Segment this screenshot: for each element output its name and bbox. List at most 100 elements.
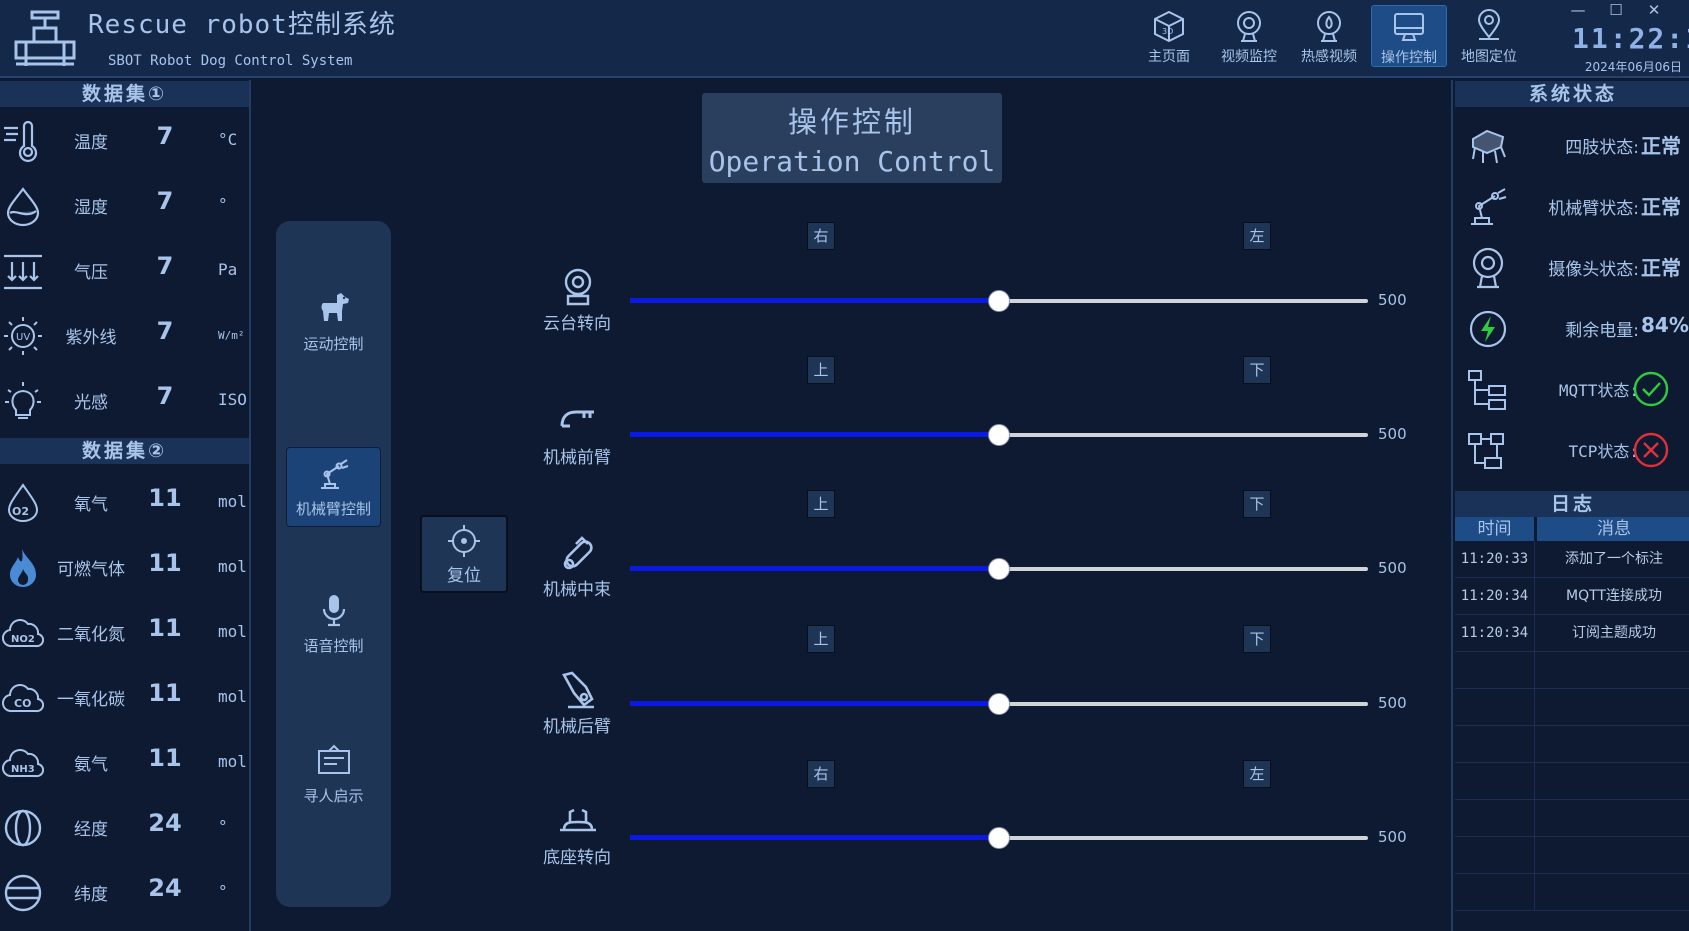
nav-label: 视频监控 (1221, 49, 1277, 65)
joint-label: 机械前臂 (543, 448, 611, 468)
thermal-camera-icon (1317, 11, 1341, 42)
sensor-value: 11 (148, 744, 182, 772)
slider-thumb[interactable] (988, 827, 1010, 849)
webcam-icon (1472, 247, 1504, 289)
log-row[interactable]: 11:20:33 添加了一个标注 (1455, 541, 1689, 578)
svg-text:NO2: NO2 (11, 634, 35, 645)
status-row-arm: 机械臂状态: 正常 (1453, 178, 1689, 234)
mid-joint-slider[interactable] (630, 558, 1368, 580)
log-message: MQTT连接成功 (1566, 588, 1662, 604)
nav-map-location[interactable]: 地图定位 (1451, 5, 1527, 67)
sensor-name: 经度 (74, 820, 108, 840)
notice-board-icon (317, 744, 350, 774)
status-label: 四肢状态: (1565, 138, 1639, 158)
slider-value: 500 (1378, 559, 1407, 577)
forearm-slider[interactable] (630, 424, 1368, 446)
rear-arm-slider[interactable] (630, 693, 1368, 715)
sensor-unit: ° (218, 882, 228, 901)
sensor-row-combustible-gas: 可燃气体 11 mol (0, 537, 251, 597)
mode-label: 运动控制 (303, 335, 364, 353)
mode-person-search[interactable]: 寻人启示 (286, 735, 381, 815)
mid-joint-up-button[interactable]: 上 (807, 490, 835, 518)
forearm-up-button[interactable]: 上 (807, 356, 835, 384)
log-row-empty (1455, 800, 1689, 837)
log-row-empty (1455, 874, 1689, 911)
status-row-limbs: 四肢状态: 正常 (1453, 117, 1689, 173)
mode-motion-control[interactable]: 运动控制 (286, 283, 381, 363)
slider-thumb[interactable] (988, 693, 1010, 715)
close-button[interactable]: ✕ (1641, 0, 1667, 22)
rear-arm-up-button[interactable]: 上 (807, 625, 835, 653)
status-value: 正常 (1641, 134, 1681, 158)
gimbal-left-button[interactable]: 左 (1243, 222, 1271, 250)
nav-label: 操作控制 (1381, 50, 1437, 66)
o2-icon: O2 (7, 483, 39, 522)
sensor-unit: W/m² (218, 329, 245, 342)
reset-label: 复位 (447, 566, 481, 586)
uv-sun-icon: UV (4, 317, 42, 355)
nav-operation-control[interactable]: 操作控制 (1371, 5, 1447, 67)
sensor-unit: mol (218, 622, 247, 641)
sensor-row-light: 光感 7 ISO (0, 370, 251, 430)
slider-thumb[interactable] (988, 424, 1010, 446)
joint-label: 云台转向 (543, 314, 611, 334)
base-rotate-slider[interactable] (630, 827, 1368, 849)
dog-icon (321, 293, 349, 321)
slider-thumb[interactable] (988, 558, 1010, 580)
mid-joint-down-button[interactable]: 下 (1243, 490, 1271, 518)
mode-arm-control[interactable]: 机械臂控制 (286, 447, 381, 527)
reset-button[interactable]: 复位 (420, 515, 508, 593)
dataset1-header: 数据集① (0, 81, 249, 107)
forearm-down-button[interactable]: 下 (1243, 356, 1271, 384)
joint-label: 机械中束 (543, 580, 611, 600)
gimbal-slider[interactable] (630, 290, 1368, 312)
log-row-empty (1455, 837, 1689, 874)
humidity-drop-icon (6, 187, 40, 227)
status-label: MQTT状态: (1558, 381, 1639, 400)
sensor-row-longitude: 经度 24 ° (0, 797, 251, 857)
nav-thermal-video[interactable]: 热感视频 (1291, 5, 1367, 67)
sensor-unit: mol (218, 557, 247, 576)
sensor-row-uv: UV 紫外线 7 W/m² (0, 305, 251, 365)
slider-fill (630, 701, 999, 706)
rear-arm-down-button[interactable]: 下 (1243, 625, 1271, 653)
mode-label: 机械臂控制 (295, 500, 371, 518)
nav-video-monitor[interactable]: 视频监控 (1211, 5, 1287, 67)
nh3-cloud-icon: NH3 (2, 749, 44, 778)
mode-voice-control[interactable]: 语音控制 (286, 585, 381, 665)
base-rotate-icon (560, 808, 596, 832)
svg-text:CO: CO (14, 697, 31, 710)
log-row-empty (1455, 689, 1689, 726)
sensor-unit: ° (218, 195, 228, 214)
slider-fill (630, 835, 999, 840)
gimbal-right-button[interactable]: 右 (807, 222, 835, 250)
log-time: 11:20:34 (1455, 615, 1535, 652)
app-subtitle: SBOT Robot Dog Control System (108, 53, 353, 69)
slider-value: 500 (1378, 425, 1407, 443)
status-label: 机械臂状态: (1548, 199, 1639, 219)
no2-cloud-icon: NO2 (2, 619, 44, 648)
thermometer-icon (4, 120, 38, 162)
webcam-icon (1237, 11, 1261, 42)
slider-thumb[interactable] (988, 290, 1010, 312)
log-column-time: 时间 (1455, 517, 1534, 541)
maximize-button[interactable]: ☐ (1603, 0, 1629, 22)
nav-label: 主页面 (1148, 49, 1190, 65)
forearm-icon (560, 410, 594, 428)
sensor-name: 湿度 (74, 198, 108, 218)
cube-3d-icon: 3D (1154, 10, 1184, 43)
base-left-button[interactable]: 左 (1243, 760, 1271, 788)
sensor-value: 11 (148, 549, 182, 577)
pressure-icon (4, 254, 42, 290)
window-controls: — ☐ ✕ (1565, 0, 1675, 22)
mqtt-network-icon (1468, 370, 1506, 410)
log-row[interactable]: 11:20:34 订阅主题成功 (1455, 615, 1689, 652)
svg-text:NH3: NH3 (11, 764, 35, 775)
log-row[interactable]: 11:20:34 MQTT连接成功 (1455, 578, 1689, 615)
nav-home[interactable]: 3D 主页面 (1131, 5, 1207, 67)
base-right-button[interactable]: 右 (807, 760, 835, 788)
sensor-value: 24 (148, 809, 182, 837)
slider-fill (630, 298, 999, 303)
minimize-button[interactable]: — (1565, 0, 1591, 22)
sensor-name: 光感 (74, 393, 108, 413)
